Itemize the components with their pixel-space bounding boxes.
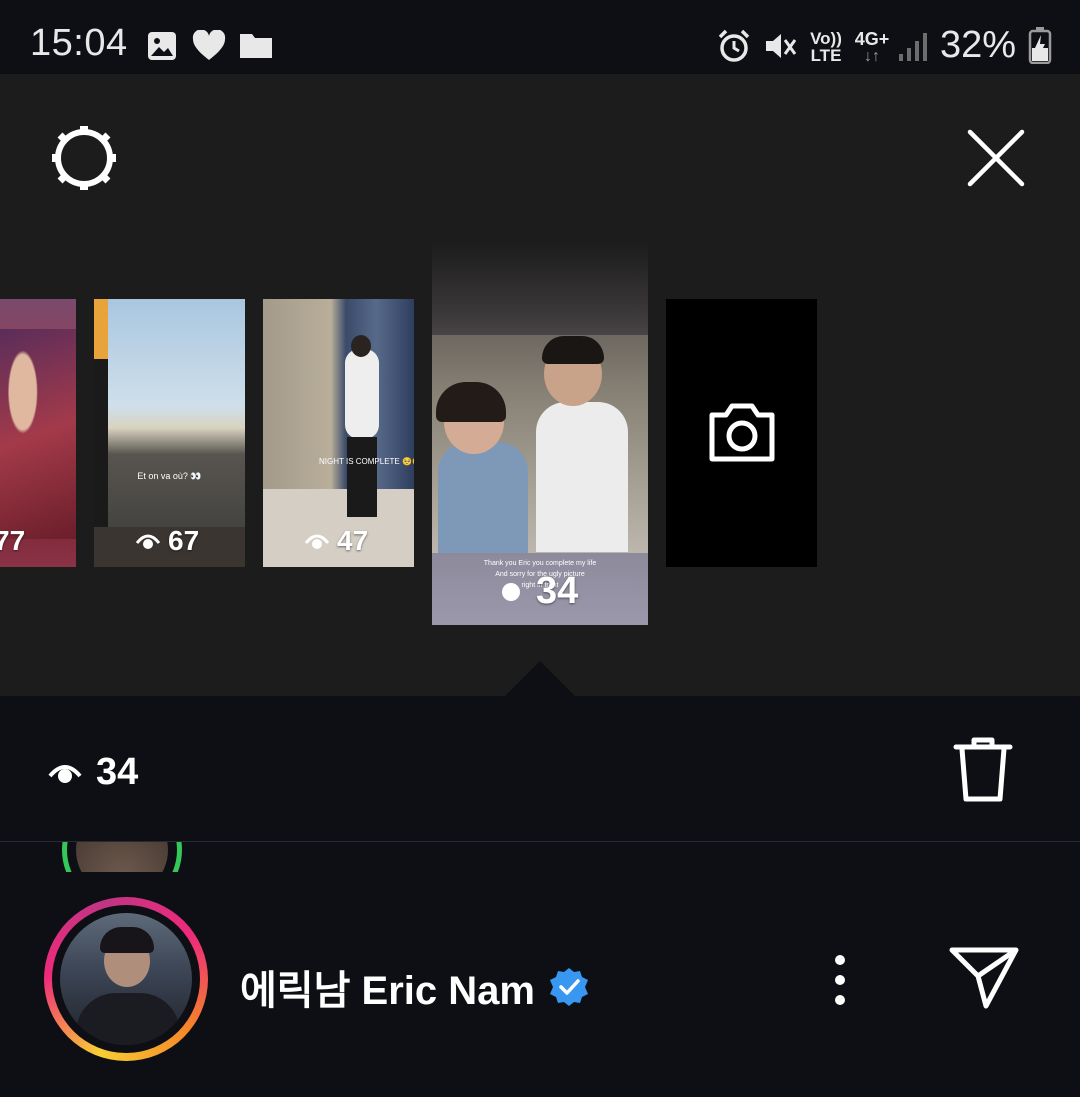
previous-viewer-peek xyxy=(0,842,1080,872)
send-message-icon[interactable] xyxy=(948,944,1022,1010)
story-photo xyxy=(0,329,76,539)
viewer-username[interactable]: 에릭남 Eric Nam xyxy=(240,958,589,1016)
alarm-icon xyxy=(718,29,750,62)
folder-icon xyxy=(240,34,272,58)
close-icon[interactable] xyxy=(966,128,1026,188)
story-archive-panel: 77 Et on va où? 👀 67 NIGHT IS COMPLETE 🥺… xyxy=(0,74,1080,696)
trash-icon[interactable] xyxy=(950,735,1016,805)
story-view-count: 34 xyxy=(500,570,578,613)
status-bar: 15:04 Vo)) LTE 4G+ ↓↑ 32% xyxy=(0,0,1080,74)
heart-icon xyxy=(192,30,226,60)
story-thumbnail[interactable]: 77 xyxy=(0,299,76,567)
network-type: 4G+ ↓↑ xyxy=(854,29,890,65)
story-thumbnail[interactable]: Et on va où? 👀 67 xyxy=(94,299,245,567)
story-caption: NIGHT IS COMPLETE 🥺🥺🥺 xyxy=(319,457,414,466)
story-thumbnail[interactable]: NIGHT IS COMPLETE 🥺🥺🥺 47 xyxy=(263,299,414,567)
status-time: 15:04 xyxy=(30,22,128,64)
battery-charging-icon xyxy=(1028,27,1052,64)
eye-icon xyxy=(502,582,520,601)
signal-icon xyxy=(899,33,927,61)
camera-icon xyxy=(709,403,775,462)
viewers-bar: 34 xyxy=(0,697,1080,842)
eye-icon xyxy=(48,764,82,783)
viewer-avatar[interactable] xyxy=(44,897,208,1061)
avatar-photo xyxy=(60,913,192,1045)
selection-pointer xyxy=(504,661,576,697)
story-caption: Et on va où? 👀 xyxy=(137,471,202,481)
battery-percent: 32% xyxy=(940,24,1017,66)
story-thumbnail-selected[interactable]: Thank you Eric you complete my life And … xyxy=(432,242,648,625)
viewers-count-label: 34 xyxy=(96,751,139,793)
more-options-icon[interactable] xyxy=(828,952,852,1008)
add-story-camera-tile[interactable] xyxy=(666,299,817,567)
story-view-count: 47 xyxy=(305,525,368,557)
story-view-count: 77 xyxy=(0,525,26,556)
gear-icon[interactable] xyxy=(50,124,118,192)
story-view-count: 67 xyxy=(136,525,199,557)
viewers-count-button[interactable]: 34 xyxy=(48,751,138,794)
viewer-name: 에릭남 Eric Nam xyxy=(240,969,535,1013)
gallery-icon xyxy=(148,32,176,60)
verified-badge-icon xyxy=(549,968,588,1006)
eye-icon xyxy=(305,534,329,549)
volte-label: Vo)) LTE xyxy=(810,29,842,65)
mute-icon xyxy=(766,34,797,58)
eye-icon xyxy=(136,534,160,549)
